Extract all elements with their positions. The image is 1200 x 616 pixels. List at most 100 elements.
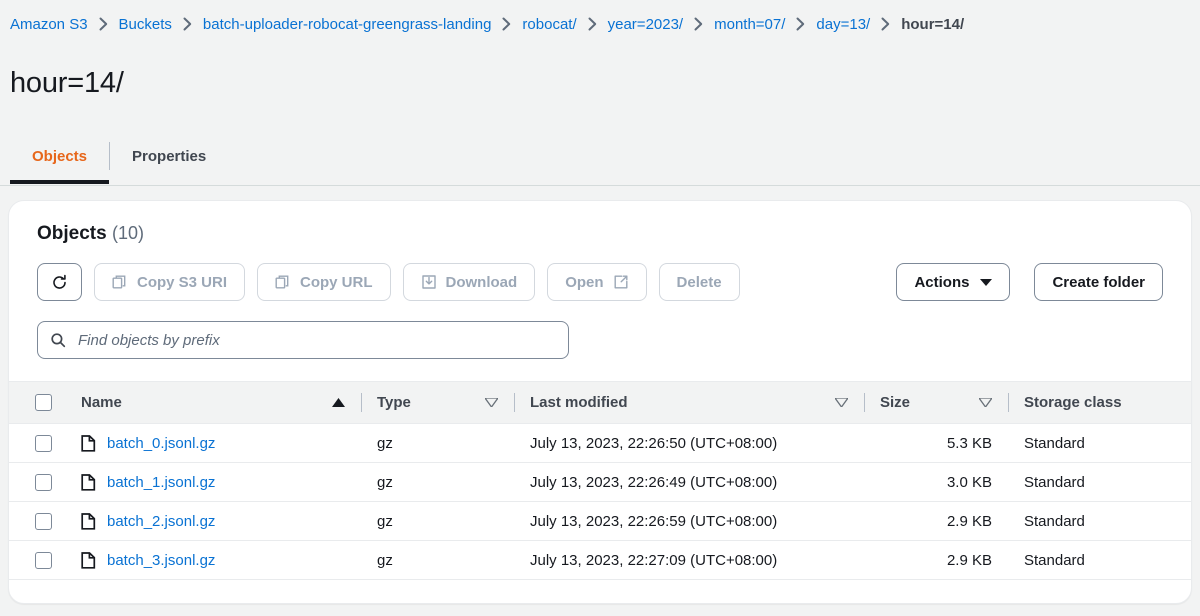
copy-url-button: Copy URL xyxy=(257,263,391,301)
table-row: batch_1.jsonl.gz gzJuly 13, 2023, 22:26:4… xyxy=(9,463,1191,502)
cell-last-modified: July 13, 2023, 22:26:50 (UTC+08:00) xyxy=(514,424,864,463)
cell-name: batch_3.jsonl.gz xyxy=(65,541,361,580)
column-header-size[interactable]: Size xyxy=(864,382,1008,424)
column-label-last-modified: Last modified xyxy=(530,394,628,411)
object-link[interactable]: batch_1.jsonl.gz xyxy=(107,474,215,491)
row-select-cell xyxy=(9,424,65,463)
external-link-icon xyxy=(613,274,629,290)
file-icon xyxy=(81,435,96,452)
column-header-name[interactable]: Name xyxy=(65,382,361,424)
search-box[interactable] xyxy=(37,321,569,359)
button-label: Copy URL xyxy=(300,274,373,291)
cell-last-modified: July 13, 2023, 22:27:09 (UTC+08:00) xyxy=(514,541,864,580)
cell-type: gz xyxy=(361,541,514,580)
sort-descending-icon[interactable] xyxy=(485,398,498,407)
chevron-right-icon xyxy=(99,17,108,31)
open-button: Open xyxy=(547,263,646,301)
download-button: Download xyxy=(403,263,536,301)
page-title: hour=14/ xyxy=(0,53,1200,100)
column-label-size: Size xyxy=(880,394,910,411)
cell-storage-class: Standard xyxy=(1008,424,1191,463)
button-label: Copy S3 URI xyxy=(137,274,227,291)
delete-button: Delete xyxy=(659,263,740,301)
column-header-storage-class[interactable]: Storage class xyxy=(1008,382,1191,424)
tab-properties[interactable]: Properties xyxy=(110,128,228,184)
actions-button[interactable]: Actions xyxy=(896,263,1010,301)
chevron-right-icon xyxy=(183,17,192,31)
objects-panel-header: Objects (10) xyxy=(9,201,1191,245)
table-header-row: Name Type xyxy=(9,382,1191,424)
breadcrumb-link[interactable]: year=2023/ xyxy=(608,16,683,33)
objects-toolbar: Copy S3 URI Copy URL Download Open Delete Act… xyxy=(9,245,1191,301)
breadcrumb-link[interactable]: batch-uploader-robocat-greengrass-landin… xyxy=(203,16,492,33)
table-row: batch_0.jsonl.gz gzJuly 13, 2023, 22:26:5… xyxy=(9,424,1191,463)
breadcrumb: Amazon S3 Buckets batch-uploader-robocat-g… xyxy=(0,0,1200,34)
cell-name: batch_1.jsonl.gz xyxy=(65,463,361,502)
button-label: Actions xyxy=(914,274,969,291)
refresh-button[interactable] xyxy=(37,263,82,301)
chevron-right-icon xyxy=(881,17,890,31)
breadcrumb-link[interactable]: robocat/ xyxy=(522,16,576,33)
table-row: batch_2.jsonl.gzgzJuly 13, 2023, 22:26:5… xyxy=(9,502,1191,541)
caret-down-icon xyxy=(980,279,992,286)
chevron-right-icon xyxy=(588,17,597,31)
search-area xyxy=(9,301,1191,359)
select-all-header xyxy=(9,382,65,424)
object-link[interactable]: batch_3.jsonl.gz xyxy=(107,552,215,569)
breadcrumb-link[interactable]: Amazon S3 xyxy=(10,16,88,33)
cell-size: 2.9 KB xyxy=(864,502,1008,541)
cell-size: 5.3 KB xyxy=(864,424,1008,463)
row-select-cell xyxy=(9,541,65,580)
row-checkbox[interactable] xyxy=(35,552,52,569)
cell-type: gz xyxy=(361,424,514,463)
row-select-cell xyxy=(9,502,65,541)
search-input[interactable] xyxy=(76,331,556,350)
column-label-storage-class: Storage class xyxy=(1024,394,1122,411)
row-checkbox[interactable] xyxy=(35,435,52,452)
cell-last-modified: July 13, 2023, 22:26:49 (UTC+08:00) xyxy=(514,463,864,502)
cell-size: 3.0 KB xyxy=(864,463,1008,502)
column-header-type[interactable]: Type xyxy=(361,382,514,424)
breadcrumb-current: hour=14/ xyxy=(901,16,964,33)
copy-icon xyxy=(112,274,128,290)
breadcrumb-link[interactable]: Buckets xyxy=(119,16,172,33)
object-count: (10) xyxy=(112,223,144,243)
row-select-cell xyxy=(9,463,65,502)
sort-ascending-icon[interactable] xyxy=(332,398,345,407)
cell-type: gz xyxy=(361,463,514,502)
row-checkbox[interactable] xyxy=(35,474,52,491)
copy-icon xyxy=(275,274,291,290)
objects-table-wrap: Name Type xyxy=(9,381,1191,580)
table-row: batch_3.jsonl.gz gzJuly 13, 2023, 22:27:0… xyxy=(9,541,1191,580)
object-link[interactable]: batch_2.jsonl.gz xyxy=(107,513,215,530)
column-label-type: Type xyxy=(377,394,411,411)
breadcrumb-link[interactable]: day=13/ xyxy=(816,16,870,33)
tab-baseline xyxy=(0,185,1200,186)
cell-storage-class: Standard xyxy=(1008,541,1191,580)
panel-title-text: Objects xyxy=(37,223,107,244)
chevron-right-icon xyxy=(796,17,805,31)
create-folder-button[interactable]: Create folder xyxy=(1034,263,1163,301)
column-label-name: Name xyxy=(81,394,122,411)
tab-objects[interactable]: Objects xyxy=(10,128,109,184)
breadcrumb-link[interactable]: month=07/ xyxy=(714,16,785,33)
button-label: Create folder xyxy=(1052,274,1145,291)
chevron-right-icon xyxy=(502,17,511,31)
cell-name: batch_2.jsonl.gz xyxy=(65,502,361,541)
cell-last-modified: July 13, 2023, 22:26:59 (UTC+08:00) xyxy=(514,502,864,541)
download-icon xyxy=(421,274,437,290)
panel-title: Objects (10) xyxy=(37,223,1163,245)
row-checkbox[interactable] xyxy=(35,513,52,530)
object-link[interactable]: batch_0.jsonl.gz xyxy=(107,435,215,452)
sort-descending-icon[interactable] xyxy=(979,398,992,407)
button-label: Delete xyxy=(677,274,722,291)
chevron-right-icon xyxy=(694,17,703,31)
cell-storage-class: Standard xyxy=(1008,502,1191,541)
file-icon xyxy=(81,474,96,491)
select-all-checkbox[interactable] xyxy=(35,394,52,411)
column-header-last-modified[interactable]: Last modified xyxy=(514,382,864,424)
file-icon xyxy=(81,513,96,530)
sort-descending-icon[interactable] xyxy=(835,398,848,407)
search-icon xyxy=(50,332,66,348)
cell-size: 2.9 KB xyxy=(864,541,1008,580)
